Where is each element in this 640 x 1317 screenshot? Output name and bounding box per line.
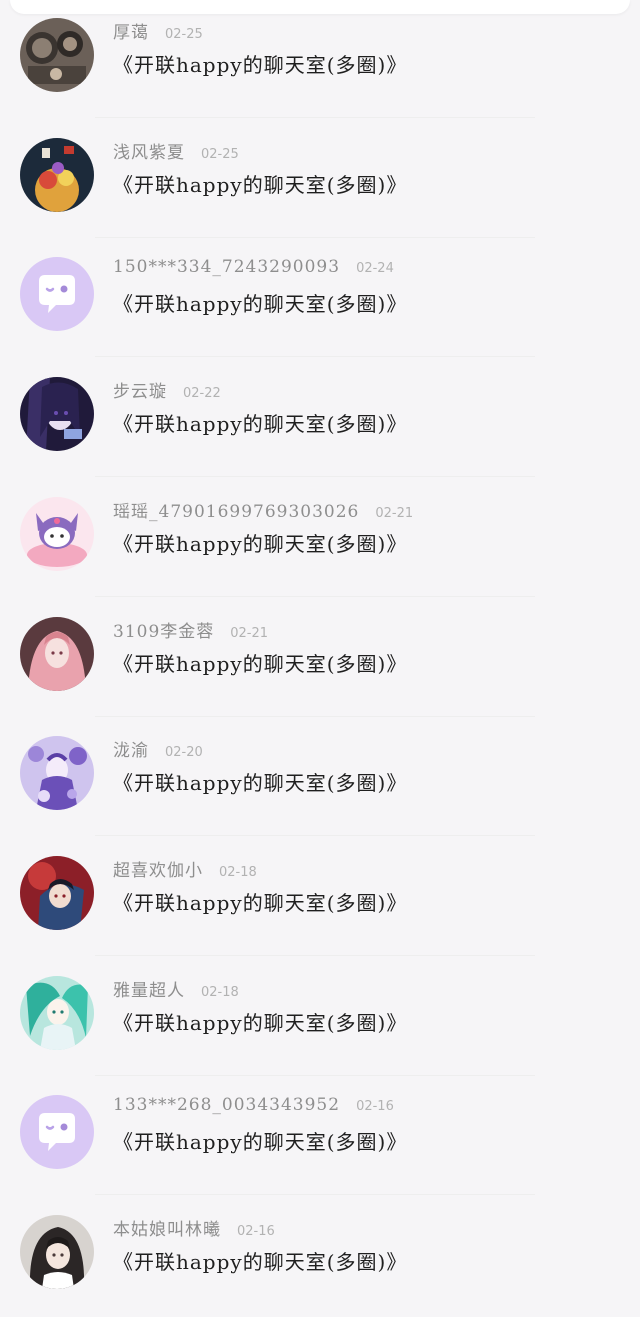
user-name[interactable]: 厚蔼 — [113, 18, 149, 43]
comment-date: 02-25 — [201, 146, 239, 162]
user-avatar[interactable] — [20, 137, 94, 212]
comment-date: 02-24 — [356, 261, 394, 277]
comment-message: 《开联happy的聊天室(多圈)》 — [113, 412, 408, 437]
comment-item[interactable]: 本姑娘叫林曦 02-16 《开联happy的聊天室(多圈)》 — [0, 1197, 640, 1317]
user-name[interactable]: 瑶瑶_47901699769303026 — [113, 497, 359, 522]
comment-message: 《开联happy的聊天室(多圈)》 — [113, 771, 408, 796]
user-name[interactable]: 133***268_0034343952 — [113, 1095, 340, 1115]
comment-date: 02-18 — [219, 864, 257, 880]
comment-date: 02-16 — [237, 1224, 275, 1239]
comment-item[interactable]: 瑶瑶_47901699769303026 02-21 《开联happy的聊天室(… — [0, 479, 640, 599]
comment-item[interactable]: 150***334_7243290093 02-24 《开联happy的聊天室(… — [0, 239, 640, 359]
comment-meta: 泷渝 02-20 — [113, 736, 203, 766]
comment-meta: 厚蔼 02-25 — [113, 18, 203, 48]
user-avatar[interactable] — [20, 616, 94, 691]
comment-meta: 瑶瑶_47901699769303026 02-21 — [113, 497, 413, 527]
comment-meta: 本姑娘叫林曦 02-16 — [113, 1215, 275, 1245]
comment-item[interactable]: 3109李金蓉 02-21 《开联happy的聊天室(多圈)》 — [0, 599, 640, 719]
user-avatar[interactable] — [20, 496, 94, 571]
user-name[interactable]: 超喜欢伽小 — [113, 856, 203, 881]
comment-message: 《开联happy的聊天室(多圈)》 — [113, 53, 408, 77]
divider — [95, 476, 535, 478]
user-name[interactable]: 3109李金蓉 — [113, 617, 214, 642]
user-avatar[interactable] — [20, 377, 94, 452]
comment-meta: 步云璇 02-22 — [113, 377, 221, 407]
comment-date: 02-20 — [165, 745, 203, 761]
user-avatar[interactable] — [20, 855, 94, 930]
user-avatar[interactable] — [20, 975, 94, 1050]
comment-message: 《开联happy的聊天室(多圈)》 — [113, 1130, 408, 1155]
comment-date: 02-16 — [356, 1099, 394, 1115]
divider — [95, 835, 535, 837]
comment-meta: 浅风紫夏 02-25 — [113, 138, 239, 168]
comment-meta: 133***268_0034343952 02-16 — [113, 1095, 394, 1125]
comment-item[interactable]: 步云璇 02-22 《开联happy的聊天室(多圈)》 — [0, 359, 640, 479]
comment-meta: 超喜欢伽小 02-18 — [113, 856, 257, 886]
divider — [95, 595, 535, 597]
chat-bubble-icon — [20, 1095, 94, 1170]
comment-message: 《开联happy的聊天室(多圈)》 — [113, 1250, 408, 1274]
user-avatar[interactable] — [20, 1215, 94, 1289]
comment-item[interactable]: 泷渝 02-20 《开联happy的聊天室(多圈)》 — [0, 718, 640, 838]
comment-item[interactable]: 雅量超人 02-18 《开联happy的聊天室(多圈)》 — [0, 958, 640, 1078]
comment-message: 《开联happy的聊天室(多圈)》 — [113, 651, 408, 676]
divider — [95, 715, 535, 717]
comment-meta: 3109李金蓉 02-21 — [113, 617, 268, 647]
divider — [95, 1194, 535, 1196]
comment-message: 《开联happy的聊天室(多圈)》 — [113, 292, 408, 317]
comment-message: 《开联happy的聊天室(多圈)》 — [113, 890, 408, 915]
user-avatar[interactable] — [20, 736, 94, 811]
user-avatar[interactable] — [20, 18, 94, 92]
comment-meta: 150***334_7243290093 02-24 — [113, 257, 394, 287]
comment-meta: 雅量超人 02-18 — [113, 976, 239, 1006]
comment-date: 02-21 — [375, 505, 414, 521]
comment-message: 《开联happy的聊天室(多圈)》 — [113, 531, 408, 556]
comment-date: 02-25 — [165, 27, 203, 42]
user-avatar[interactable] — [20, 1095, 94, 1170]
divider — [95, 117, 535, 118]
divider — [95, 356, 535, 358]
comment-item[interactable]: 超喜欢伽小 02-18 《开联happy的聊天室(多圈)》 — [0, 838, 640, 958]
comment-date: 02-21 — [230, 625, 269, 641]
user-name[interactable]: 浅风紫夏 — [113, 138, 185, 163]
divider — [95, 1074, 535, 1076]
user-name[interactable]: 泷渝 — [113, 736, 149, 761]
comment-item[interactable]: 浅风紫夏 02-25 《开联happy的聊天室(多圈)》 — [0, 120, 640, 240]
user-avatar[interactable] — [20, 257, 94, 332]
user-name[interactable]: 雅量超人 — [113, 976, 185, 1001]
user-name[interactable]: 本姑娘叫林曦 — [113, 1215, 221, 1240]
user-name[interactable]: 步云璇 — [113, 377, 167, 402]
comment-item[interactable]: 厚蔼 02-25 《开联happy的聊天室(多圈)》 — [0, 0, 640, 120]
comment-message: 《开联happy的聊天室(多圈)》 — [113, 1010, 408, 1035]
comment-message: 《开联happy的聊天室(多圈)》 — [113, 172, 408, 197]
comment-date: 02-22 — [183, 386, 221, 402]
comment-date: 02-18 — [201, 984, 239, 1000]
user-name[interactable]: 150***334_7243290093 — [113, 257, 340, 277]
divider — [95, 236, 535, 238]
chat-bubble-icon — [20, 257, 94, 332]
divider — [95, 954, 535, 956]
comment-item[interactable]: 133***268_0034343952 02-16 《开联happy的聊天室(… — [0, 1077, 640, 1197]
